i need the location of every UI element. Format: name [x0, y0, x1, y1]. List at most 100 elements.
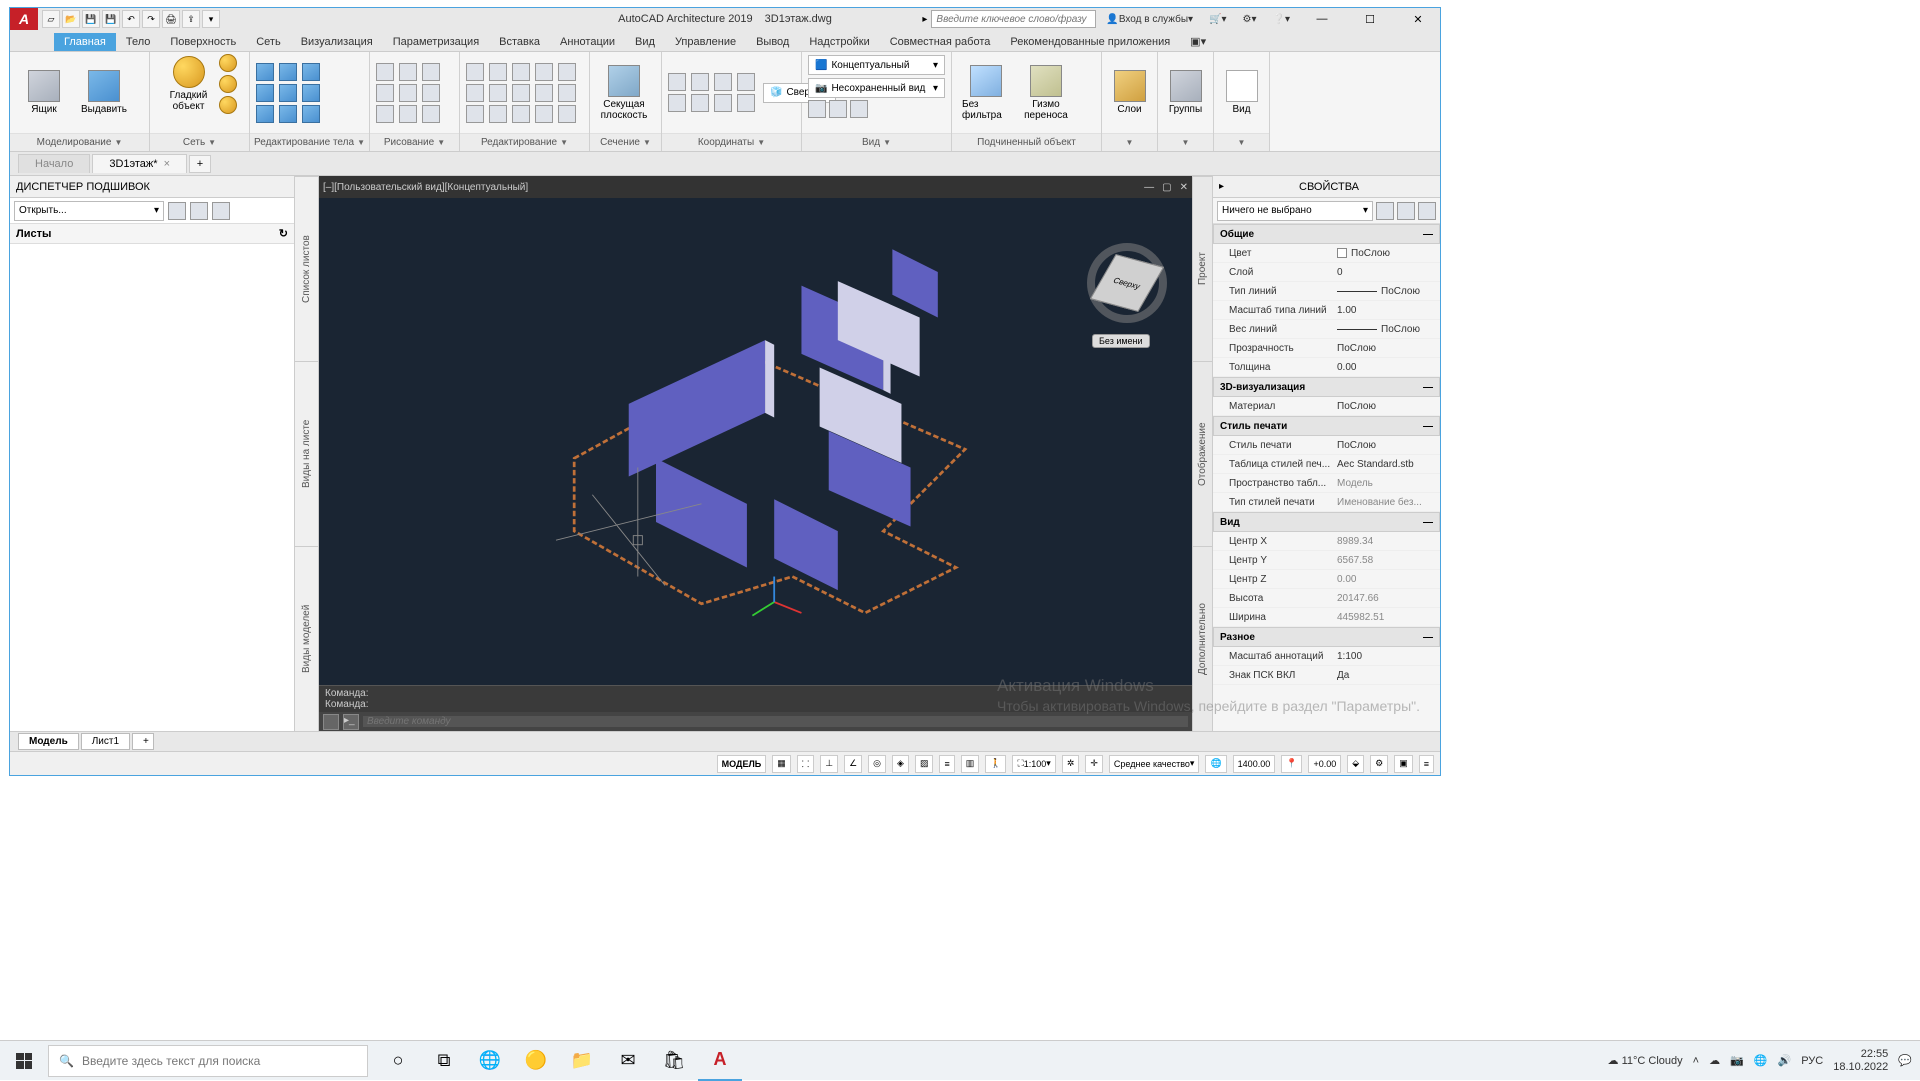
coord-icon[interactable] [691, 73, 709, 91]
panel-groups-title[interactable]: ▼ [1158, 133, 1213, 151]
qat-redo-icon[interactable]: ↷ [142, 10, 160, 28]
ribbon-tab-insert[interactable]: Вставка [489, 33, 550, 51]
prop-row[interactable]: Масштаб аннотаций1:100 [1213, 647, 1440, 666]
prop-row[interactable]: Центр X8989.34 [1213, 532, 1440, 551]
sheet-tb-icon[interactable] [168, 202, 186, 220]
prop-group-misc[interactable]: Разное— [1213, 627, 1440, 647]
sheet-tb-icon[interactable] [212, 202, 230, 220]
groups-button[interactable]: Группы [1164, 68, 1207, 117]
panel-view-title[interactable]: Вид▼ [802, 133, 951, 151]
add-tab-button[interactable]: + [189, 155, 211, 173]
vtab-sheetlist[interactable]: Список листов [295, 176, 318, 361]
panel-bodyedit-title[interactable]: Редактирование тела▼ [250, 133, 369, 151]
ribbon-tab-surface[interactable]: Поверхность [160, 33, 246, 51]
prop-tb-icon[interactable] [1397, 202, 1415, 220]
nofilter-button[interactable]: Без фильтра [958, 63, 1014, 123]
modelspace-button[interactable]: МОДЕЛЬ [717, 755, 767, 773]
vp-minimize-icon[interactable]: — [1144, 182, 1154, 193]
prop-row[interactable]: Вес линийПоСлою [1213, 320, 1440, 339]
qat-undo-icon[interactable]: ↶ [122, 10, 140, 28]
prop-row[interactable]: ЦветПоСлою [1213, 244, 1440, 263]
ortho-toggle[interactable]: ⊥ [820, 755, 838, 773]
bodyedit-icon[interactable] [279, 84, 297, 102]
vtab-sheetviews[interactable]: Виды на листе [295, 361, 318, 546]
panel-modeling-title[interactable]: Моделирование▼ [10, 133, 149, 151]
ribbon-tab-view[interactable]: Вид [625, 33, 665, 51]
vp-maximize-icon[interactable]: ▢ [1162, 182, 1171, 193]
exchange-icon[interactable]: 🛒▾ [1203, 10, 1232, 28]
maximize-button[interactable]: ☐ [1348, 8, 1392, 30]
prop-vtab-extra[interactable]: Дополнительно [1193, 546, 1212, 731]
clean-icon[interactable]: ▣ [1394, 755, 1413, 773]
smoothobject-button[interactable]: Гладкий объект [163, 54, 215, 114]
ribbon-tab-manage[interactable]: Управление [665, 33, 746, 51]
modify-icon[interactable] [489, 63, 507, 81]
bodyedit-icon[interactable] [256, 63, 274, 81]
modify-icon[interactable] [512, 84, 530, 102]
coord-icon[interactable] [691, 94, 709, 112]
ribbon-tab-annotate[interactable]: Аннотации [550, 33, 625, 51]
tray-chevron-icon[interactable]: ˄ [1693, 1055, 1699, 1067]
panel-layers-title[interactable]: ▼ [1102, 133, 1157, 151]
viewport-label[interactable]: [–][Пользовательский вид][Концептуальный… [323, 182, 528, 193]
bodyedit-icon[interactable] [302, 63, 320, 81]
mail-icon[interactable]: ✉ [606, 1041, 650, 1081]
taskbar-search[interactable]: 🔍 Введите здесь текст для поиска [48, 1045, 368, 1077]
taskbar-clock[interactable]: 22:55 18.10.2022 [1833, 1048, 1888, 1072]
start-tab[interactable]: Начало [18, 154, 90, 173]
viewpanel-button[interactable]: Вид [1220, 68, 1263, 117]
customize-icon[interactable]: ≡ [1419, 755, 1434, 773]
coord-icon[interactable] [714, 94, 732, 112]
prop-row[interactable]: Масштаб типа линий1.00 [1213, 301, 1440, 320]
cmd-wrench-icon[interactable] [323, 714, 339, 730]
modify-icon[interactable] [489, 105, 507, 123]
view-icon[interactable] [808, 100, 826, 118]
savedview-dropdown[interactable]: 📷 Несохраненный вид ▾ [808, 78, 945, 98]
sheets-header[interactable]: Листы↻ [10, 224, 294, 244]
prop-row[interactable]: Тип стилей печатиИменование без... [1213, 493, 1440, 512]
qat-print-icon[interactable]: 🖨 [162, 10, 180, 28]
vtab-modelviews[interactable]: Виды моделей [295, 546, 318, 731]
draw-icon[interactable] [422, 63, 440, 81]
coord-icon[interactable] [737, 94, 755, 112]
model-tab[interactable]: Модель [18, 733, 79, 750]
bodyedit-icon[interactable] [302, 105, 320, 123]
movegizmo-button[interactable]: Гизмо переноса [1018, 63, 1074, 123]
prop-row[interactable]: Стиль печатиПоСлою [1213, 436, 1440, 455]
draw-icon[interactable] [399, 63, 417, 81]
prop-tb-icon[interactable] [1418, 202, 1436, 220]
qat-new-icon[interactable]: ▱ [42, 10, 60, 28]
modify-icon[interactable] [558, 63, 576, 81]
polar-toggle[interactable]: ∠ [844, 755, 862, 773]
snap-toggle[interactable]: ⸬ [797, 755, 814, 773]
earth-icon[interactable]: 🌐 [1205, 755, 1226, 773]
document-tab[interactable]: 3D1этаж*× [92, 154, 187, 173]
prop-group-general[interactable]: Общие— [1213, 224, 1440, 244]
osnap-toggle[interactable]: ◎ [868, 755, 886, 773]
mesh-icon-2[interactable] [219, 75, 237, 93]
prop-vtab-display[interactable]: Отображение [1193, 361, 1212, 546]
modify-icon[interactable] [466, 84, 484, 102]
gear-icon[interactable]: ✲ [1062, 755, 1080, 773]
annoscale-button[interactable]: ⛶ 1:100 ▾ [1012, 755, 1055, 773]
keyword-search-input[interactable] [931, 10, 1096, 28]
edge-icon[interactable]: 🌐 [468, 1041, 512, 1081]
modify-icon[interactable] [466, 63, 484, 81]
coord-icon[interactable] [668, 73, 686, 91]
visualstyle-dropdown[interactable]: 🟦 Концептуальный ▾ [808, 55, 945, 75]
prop-group-view[interactable]: Вид— [1213, 512, 1440, 532]
otrack-toggle[interactable]: ▨ [915, 755, 934, 773]
app-store-icon[interactable]: ⚙▾ [1237, 10, 1263, 28]
sheet-tb-icon[interactable] [190, 202, 208, 220]
panel-selection-title[interactable]: Подчиненный объект [952, 133, 1101, 151]
bodyedit-icon[interactable] [256, 105, 274, 123]
bodyedit-icon[interactable] [279, 105, 297, 123]
view-icon[interactable] [850, 100, 868, 118]
app-icon[interactable]: A [10, 8, 38, 30]
ribbon-tab-visualize[interactable]: Визуализация [291, 33, 383, 51]
prop-row[interactable]: Центр Y6567.58 [1213, 551, 1440, 570]
mesh-icon-1[interactable] [219, 54, 237, 72]
modify-icon[interactable] [558, 105, 576, 123]
panel-section-title[interactable]: Сечение▼ [590, 133, 661, 151]
modify-icon[interactable] [535, 105, 553, 123]
